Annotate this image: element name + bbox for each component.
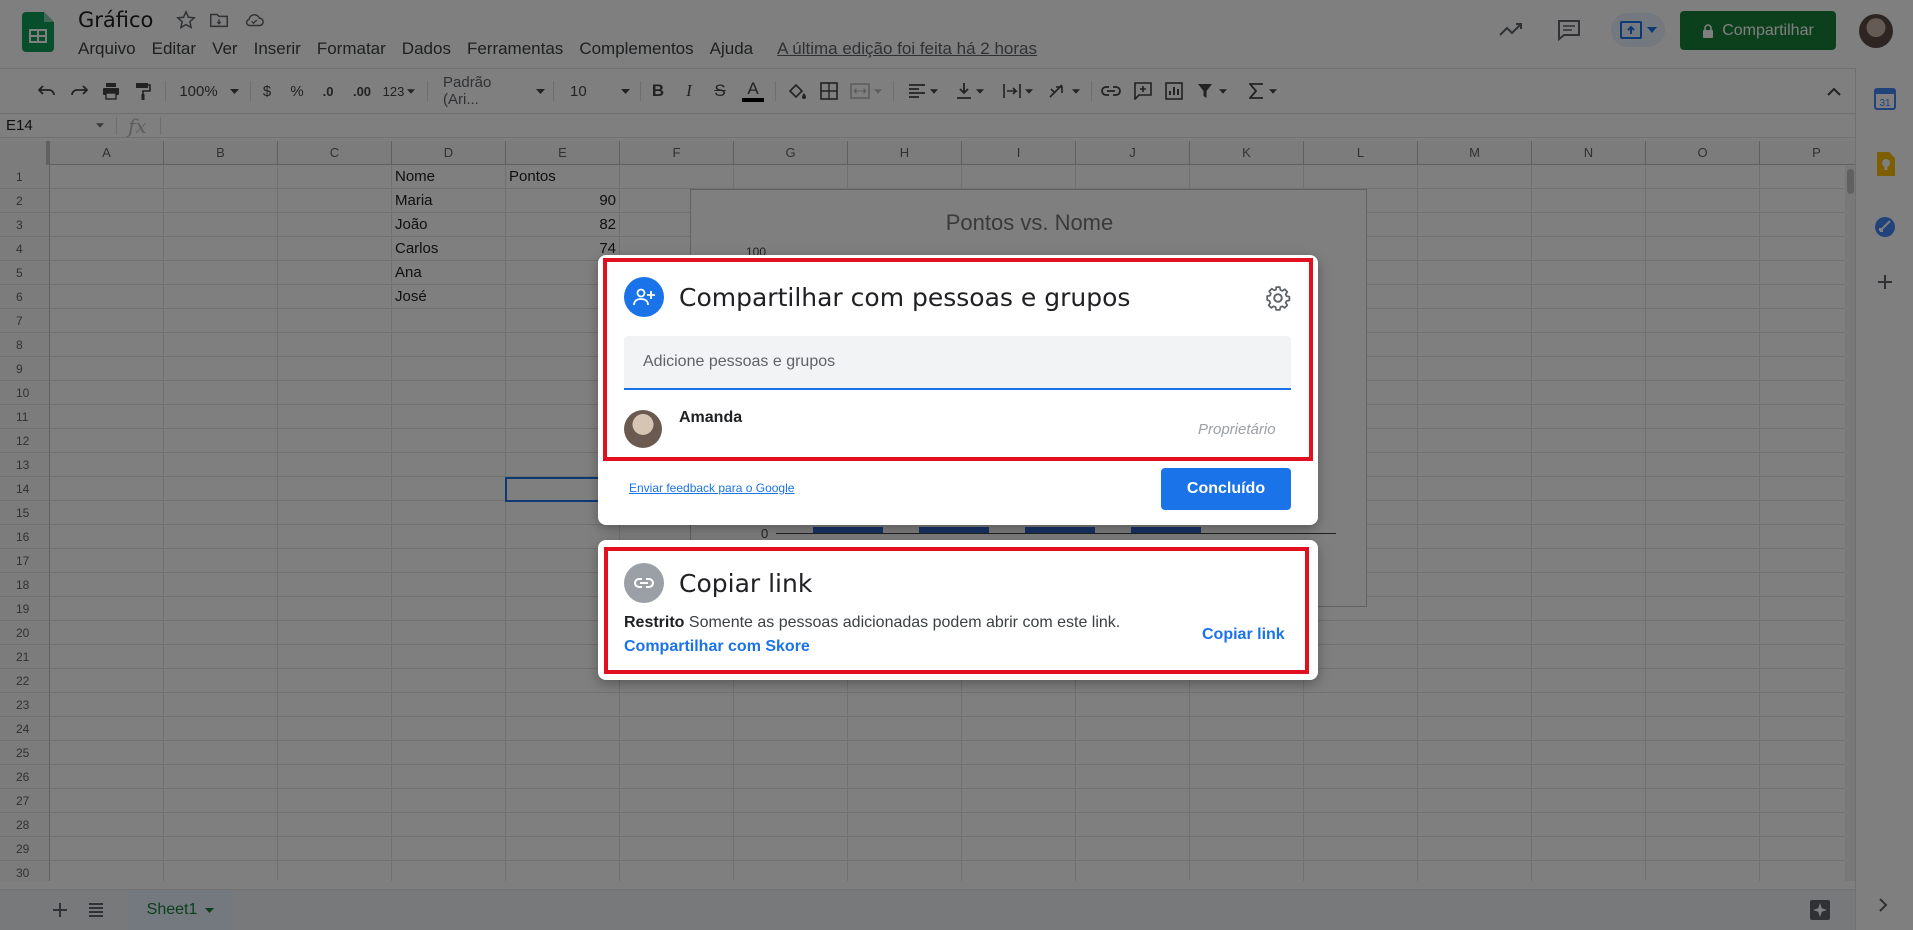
- share-dialog: Compartilhar com pessoas e grupos Adicio…: [598, 255, 1318, 525]
- copy-link-dialog: Copiar link Restrito Somente as pessoas …: [598, 540, 1318, 680]
- restricted-description: Somente as pessoas adicionadas podem abr…: [688, 614, 1121, 631]
- copy-link-title: Copiar link: [679, 569, 813, 598]
- done-button[interactable]: Concluído: [1161, 468, 1291, 510]
- share-dialog-title: Compartilhar com pessoas e grupos: [679, 283, 1131, 312]
- restricted-label[interactable]: Restrito: [624, 614, 684, 631]
- settings-gear-icon[interactable]: [1265, 285, 1291, 311]
- user-name: Amanda: [679, 409, 743, 426]
- add-people-input[interactable]: Adicione pessoas e grupos: [624, 336, 1291, 390]
- add-person-icon: [624, 277, 664, 317]
- user-role: Proprietário: [1198, 421, 1276, 438]
- send-feedback-link[interactable]: Enviar feedback para o Google: [629, 481, 794, 495]
- link-icon: [624, 563, 664, 603]
- share-with-skore-link[interactable]: Compartilhar com Skore: [624, 638, 810, 656]
- user-avatar: [624, 410, 662, 448]
- copy-link-button[interactable]: Copiar link: [1202, 626, 1285, 644]
